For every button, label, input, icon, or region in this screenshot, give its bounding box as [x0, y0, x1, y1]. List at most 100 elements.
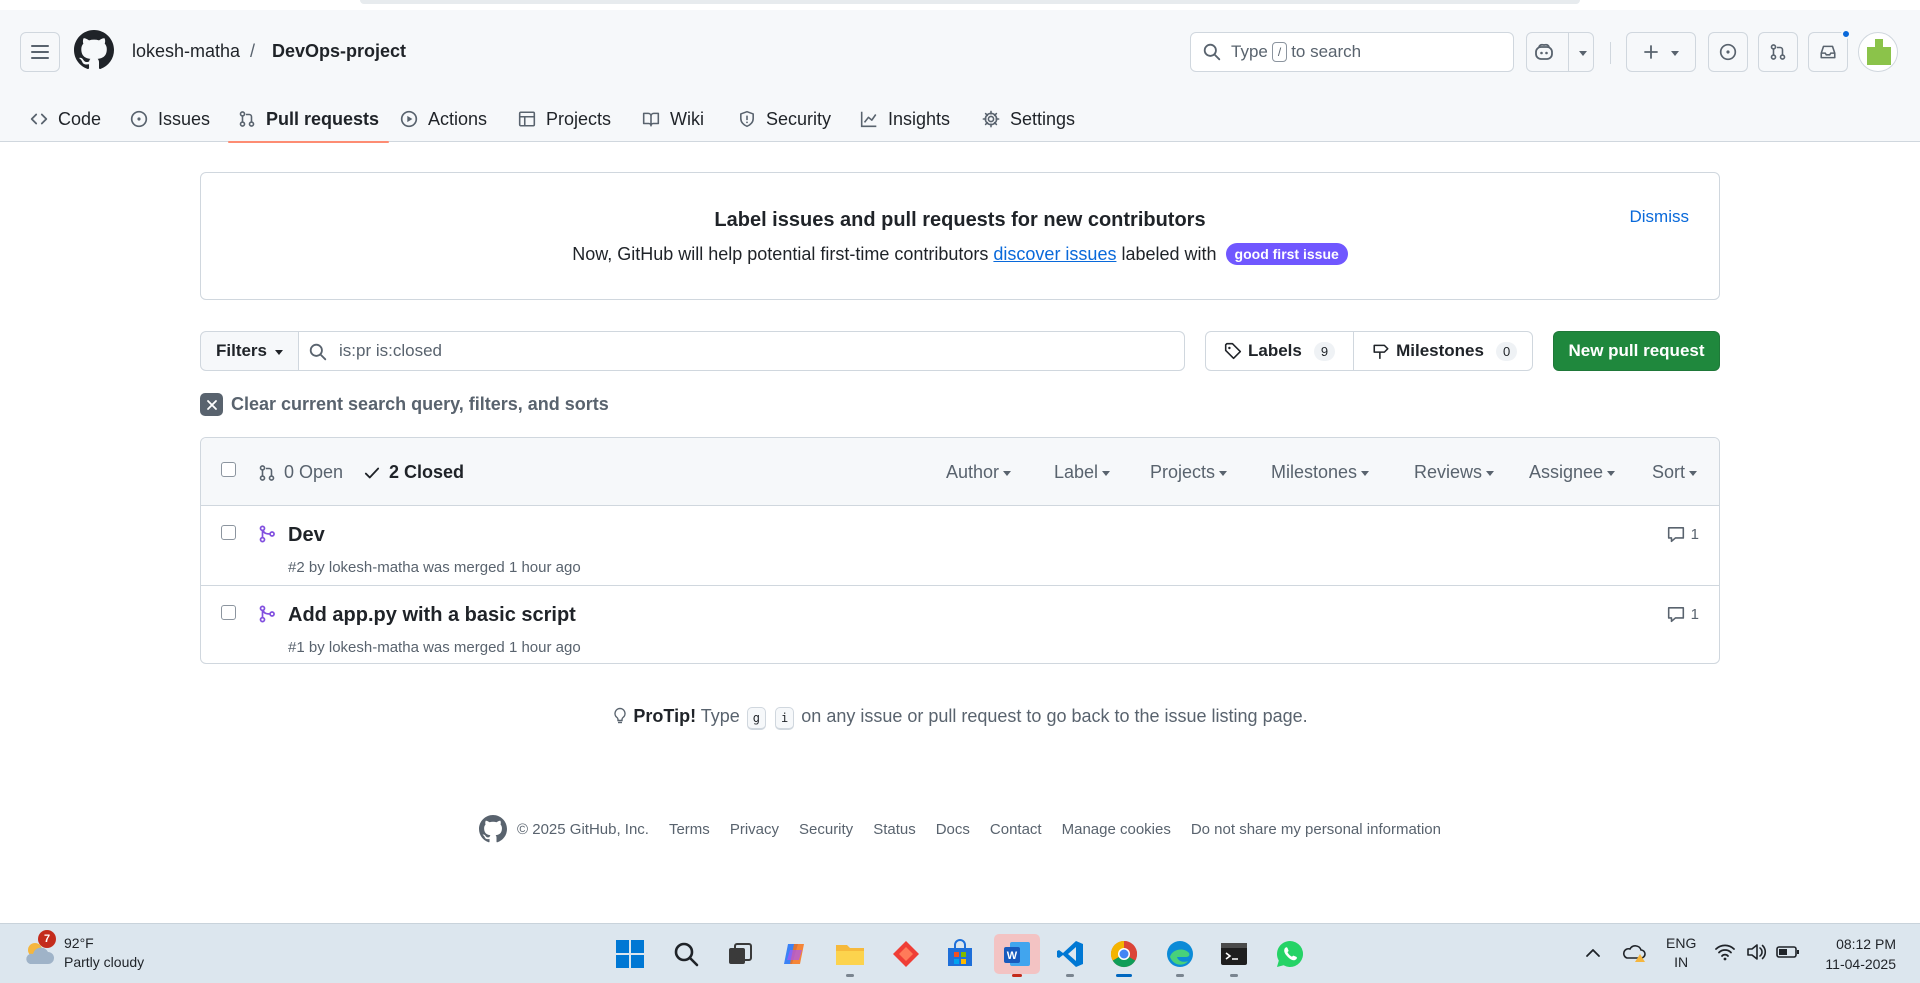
play-icon [400, 110, 418, 128]
labels-milestones-group: Labels 9 Milestones 0 [1205, 331, 1533, 371]
footer-link-do-not-share[interactable]: Do not share my personal information [1191, 821, 1441, 838]
footer-link-security[interactable]: Security [799, 821, 853, 838]
owner-link[interactable]: lokesh-matha [132, 41, 240, 62]
sort-dropdown[interactable]: Sort [1652, 462, 1698, 483]
good-first-issue-label[interactable]: good first issue [1225, 243, 1348, 265]
vscode-icon [1057, 941, 1083, 967]
git-pull-request-icon [239, 111, 255, 127]
tab-code[interactable]: Code [20, 96, 111, 142]
table-icon [518, 111, 536, 127]
closed-filter[interactable]: 2 Closed [363, 462, 464, 483]
footer-link-terms[interactable]: Terms [669, 821, 710, 838]
table-row[interactable]: Add app.py with a basic script #1 by lok… [201, 585, 1719, 663]
row-checkbox[interactable] [221, 605, 236, 620]
footer-link-docs[interactable]: Docs [936, 821, 970, 838]
tab-actions[interactable]: Actions [390, 96, 497, 142]
tab-projects[interactable]: Projects [508, 96, 621, 142]
closed-count: 2 Closed [389, 462, 465, 482]
tab-label: Projects [546, 108, 612, 129]
table-row[interactable]: Dev #2 by lokesh-matha was merged 1 hour… [201, 506, 1719, 585]
tab-wiki[interactable]: Wiki [632, 96, 714, 142]
comment-count: 1 [1690, 525, 1699, 543]
windows-start-button[interactable] [610, 934, 650, 974]
battery-icon[interactable] [1776, 943, 1800, 961]
copilot-taskbar-button[interactable] [775, 934, 815, 974]
chrome-button[interactable] [1104, 934, 1144, 977]
pr-title-link[interactable]: Add app.py with a basic script [288, 604, 576, 627]
language-indicator[interactable]: ENG IN [1666, 934, 1696, 972]
comments-link[interactable]: 1 [1667, 605, 1699, 623]
menu-button[interactable] [20, 32, 60, 72]
issues-button[interactable] [1708, 32, 1748, 72]
wifi-icon[interactable] [1714, 942, 1736, 962]
red-app-button[interactable] [886, 934, 926, 974]
edge-button[interactable] [1160, 934, 1200, 977]
onedrive-warning-icon[interactable] [1622, 942, 1648, 964]
filter-search-input[interactable]: is:pr is:closed [299, 332, 1184, 370]
search-icon [309, 343, 327, 361]
git-merge-icon [259, 605, 275, 623]
comments-link[interactable]: 1 [1667, 525, 1699, 543]
assignee-filter[interactable]: Assignee [1529, 462, 1616, 483]
pull-requests-button[interactable] [1758, 32, 1798, 72]
pull-request-list: 0 Open 2 Closed Author Label Projects Mi… [200, 437, 1720, 664]
terminal-button[interactable] [1214, 934, 1254, 977]
filter-label: Assignee [1529, 462, 1604, 482]
footer-link-privacy[interactable]: Privacy [730, 821, 779, 838]
create-new-button[interactable] [1626, 32, 1696, 72]
footer-link-status[interactable]: Status [873, 821, 916, 838]
volume-icon[interactable] [1745, 942, 1767, 962]
light-bulb-icon [614, 707, 627, 724]
label-filter[interactable]: Label [1054, 462, 1111, 483]
tag-icon [1224, 342, 1242, 360]
word-button[interactable]: W [994, 934, 1040, 977]
microsoft-store-button[interactable] [940, 934, 980, 974]
new-pull-request-button[interactable]: New pull request [1553, 331, 1720, 371]
browser-edge [0, 0, 1920, 10]
select-all-checkbox[interactable] [221, 462, 236, 477]
task-view-button[interactable] [720, 934, 760, 974]
footer-link-contact[interactable]: Contact [990, 821, 1042, 838]
tab-security[interactable]: Security [728, 96, 841, 142]
tab-pull-requests[interactable]: Pull requests [228, 96, 390, 143]
github-logo-icon[interactable] [479, 815, 508, 843]
taskbar-search-button[interactable] [666, 934, 706, 974]
dismiss-button[interactable]: Dismiss [1630, 207, 1690, 227]
row-checkbox[interactable] [221, 525, 236, 540]
chevron-down-icon [1486, 471, 1495, 476]
milestones-button[interactable]: Milestones 0 [1353, 332, 1535, 370]
discover-issues-link[interactable]: discover issues [993, 244, 1116, 264]
footer-copyright: © 2025 GitHub, Inc. [479, 815, 649, 843]
weather-widget[interactable]: 7 92°F Partly cloudy [22, 930, 144, 972]
pr-title-link[interactable]: Dev [288, 524, 325, 547]
footer-link-manage-cookies[interactable]: Manage cookies [1062, 821, 1171, 838]
tab-insights[interactable]: Insights [850, 96, 960, 142]
banner-text: Now, GitHub will help potential first-ti… [201, 243, 1719, 265]
copilot-button[interactable] [1526, 32, 1594, 72]
filters-dropdown[interactable]: Filters [201, 332, 299, 370]
whatsapp-button[interactable] [1270, 934, 1310, 974]
chevron-up-icon[interactable] [1585, 946, 1601, 960]
inbox-button[interactable] [1808, 29, 1851, 72]
chevron-down-icon [1003, 471, 1012, 476]
filters-label: Filters [215, 341, 268, 360]
file-explorer-button[interactable] [830, 934, 870, 977]
projects-filter[interactable]: Projects [1150, 462, 1228, 483]
notification-dot [1841, 29, 1851, 39]
system-clock[interactable]: 08:12 PM 11-04-2025 [1825, 934, 1896, 974]
search-input[interactable]: Type / to search [1190, 32, 1514, 72]
tab-settings[interactable]: Settings [972, 96, 1085, 142]
milestones-filter[interactable]: Milestones [1271, 462, 1370, 483]
open-filter[interactable]: 0 Open [258, 462, 343, 483]
clear-filters-link[interactable]: Clear current search query, filters, and… [200, 393, 609, 416]
reviews-filter[interactable]: Reviews [1414, 462, 1495, 483]
tab-issues[interactable]: Issues [120, 96, 220, 142]
repo-link[interactable]: DevOps-project [272, 41, 406, 62]
filter-query: is:pr is:closed [339, 341, 442, 360]
avatar[interactable] [1858, 32, 1898, 72]
vscode-button[interactable] [1050, 934, 1090, 977]
github-logo-icon[interactable] [74, 30, 114, 70]
weather-temp: 92°F [64, 935, 94, 951]
author-filter[interactable]: Author [946, 462, 1012, 483]
labels-button[interactable]: Labels 9 [1206, 332, 1353, 370]
